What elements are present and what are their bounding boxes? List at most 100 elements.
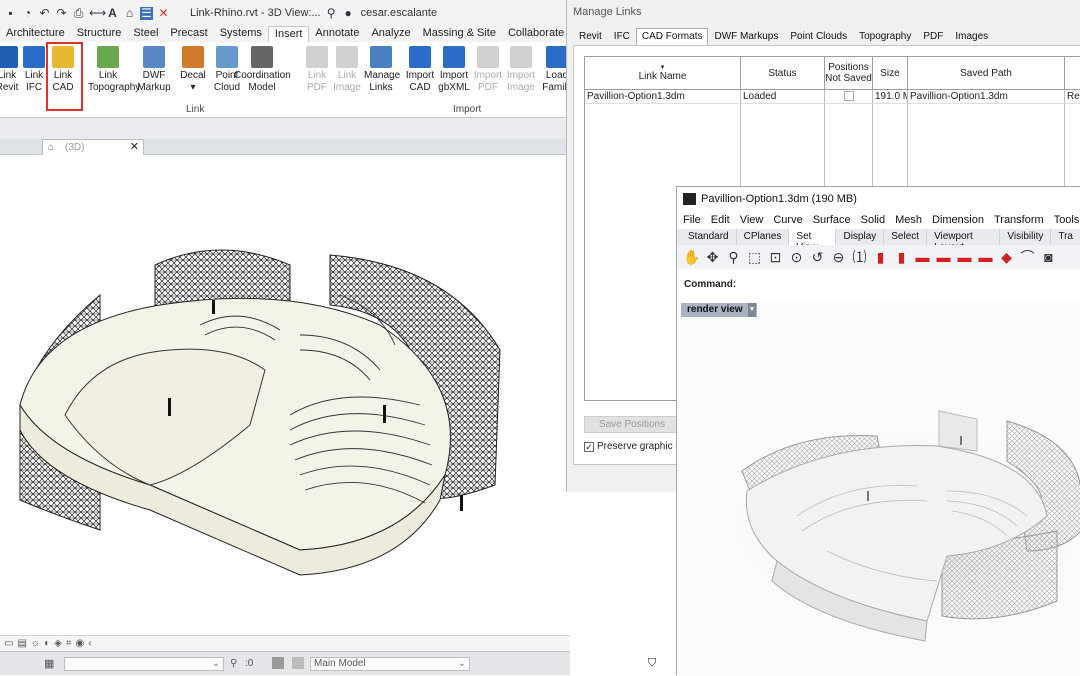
hide-icon[interactable]: ◉ (75, 638, 84, 649)
tab-systems[interactable]: Systems (214, 26, 268, 42)
col-header-positions[interactable]: Positions Not Saved (825, 57, 873, 90)
measure-icon[interactable]: ⟷ (89, 6, 106, 20)
tab-dwf-markups[interactable]: DWF Markups (708, 28, 784, 46)
tab-viewport-layout[interactable]: Viewport Layout (927, 229, 1001, 253)
design-option-icon[interactable] (292, 657, 304, 669)
undo-icon[interactable]: ↶ (38, 6, 51, 20)
user-icon[interactable]: ● (342, 6, 355, 20)
menu-edit[interactable]: Edit (705, 211, 734, 229)
left-view-icon[interactable]: ▬ (956, 249, 973, 266)
tab-tra[interactable]: Tra (1051, 229, 1080, 245)
tab-steel[interactable]: Steel (127, 26, 164, 42)
camera-icon[interactable]: ⌒ (1019, 249, 1036, 266)
col-header-link-name[interactable]: ▾ Link Name (585, 57, 741, 90)
col-header-saved-path[interactable]: Saved Path (908, 57, 1065, 90)
menu-surface[interactable]: Surface (807, 211, 855, 229)
tab-analyze[interactable]: Analyze (365, 26, 416, 42)
decal-button[interactable]: Decal ▾ (176, 44, 210, 94)
filter-icon[interactable]: ⛉ (648, 657, 656, 670)
tab-select[interactable]: Select (884, 229, 928, 245)
col-header-size[interactable]: Size (873, 57, 908, 90)
top-view-icon[interactable]: ▮ (872, 249, 889, 266)
scale-icon[interactable]: ▭ (4, 638, 13, 649)
tab-standard[interactable]: Standard (681, 229, 737, 245)
tab-architecture[interactable]: Architecture (0, 26, 71, 42)
print-icon[interactable]: ⎙ (72, 6, 85, 20)
tab-ifc[interactable]: IFC (608, 28, 636, 46)
link-pdf-button[interactable]: Link PDF (300, 44, 334, 94)
command-prompt[interactable]: Command: (677, 269, 1080, 301)
tab-visibility[interactable]: Visibility (1000, 229, 1052, 245)
col-header-path-type[interactable] (1065, 57, 1080, 90)
open-icon[interactable]: ◔ (21, 6, 34, 20)
menu-curve[interactable]: Curve (767, 211, 806, 229)
tab-set-view[interactable]: Set View (789, 229, 837, 253)
zoom-selected-icon[interactable]: ⊙ (788, 249, 805, 266)
tab-point-clouds[interactable]: Point Clouds (784, 28, 853, 46)
perspective-view-icon[interactable]: ◆ (998, 249, 1015, 266)
manage-links-button[interactable]: Manage Links (364, 44, 400, 94)
pan-icon[interactable]: ✋ (683, 249, 700, 266)
zoom-1to1-icon[interactable]: ⑴ (851, 249, 868, 266)
tab-3d-view[interactable]: ⌂ (3D) ✕ (42, 139, 144, 155)
cell-path-type[interactable]: Rela (1065, 90, 1080, 104)
editable-only-icon[interactable]: ⚲ (230, 658, 237, 669)
menu-mesh[interactable]: Mesh (889, 211, 926, 229)
menu-file[interactable]: File (677, 211, 705, 229)
tab-structure[interactable]: Structure (71, 26, 128, 42)
sun-path-icon[interactable]: ☼ (31, 638, 40, 649)
tab-pdf[interactable]: PDF (917, 28, 949, 46)
cell-link-name[interactable]: Pavillion-Option1.3dm (585, 90, 741, 104)
tab-cplanes[interactable]: CPlanes (737, 229, 790, 245)
menu-solid[interactable]: Solid (855, 211, 889, 229)
close-hidden-icon[interactable]: ✕ (157, 6, 170, 20)
import-pdf-button[interactable]: Import PDF (471, 44, 505, 94)
link-image-button[interactable]: Link Image (330, 44, 364, 94)
menu-transform[interactable]: Transform (988, 211, 1048, 229)
close-view-icon[interactable]: ✕ (130, 140, 139, 155)
main-model-select[interactable]: Main Model ⌄ (310, 657, 470, 671)
user-name[interactable]: cesar.escalante (361, 7, 437, 19)
design-options-icon[interactable] (272, 657, 284, 669)
workset-icon[interactable]: ▦ (44, 657, 54, 670)
detail-level-icon[interactable]: ▤ (17, 638, 26, 649)
tab-topography[interactable]: Topography (853, 28, 917, 46)
redo-icon[interactable]: ↷ (55, 6, 68, 20)
render-icon[interactable]: ◈ (54, 638, 62, 649)
right-view-icon[interactable]: ▬ (914, 249, 931, 266)
import-image-button[interactable]: Import Image (504, 44, 538, 94)
menu-tools[interactable]: Tools (1048, 211, 1080, 229)
save-icon[interactable]: ▪ (4, 6, 17, 20)
zoom-out-icon[interactable]: ⊖ (830, 249, 847, 266)
tab-massing-site[interactable]: Massing & Site (417, 26, 502, 42)
coordination-model-button[interactable]: Coordination Model (234, 44, 291, 94)
tab-insert[interactable]: Insert (267, 26, 310, 42)
tab-images[interactable]: Images (949, 28, 994, 46)
shadows-icon[interactable]: ◐ (44, 638, 50, 649)
save-positions-button[interactable]: Save Positions (584, 416, 680, 433)
col-header-status[interactable]: Status (741, 57, 825, 90)
import-gbxml-button[interactable]: Import gbXML (437, 44, 471, 94)
tab-revit[interactable]: Revit (573, 28, 608, 46)
back-view-icon[interactable]: ▬ (935, 249, 952, 266)
revit-3d-canvas[interactable] (0, 155, 570, 635)
tab-display[interactable]: Display (836, 229, 885, 245)
menu-dimension[interactable]: Dimension (926, 211, 988, 229)
tab-collaborate[interactable]: Collaborate (502, 26, 570, 42)
crop-icon[interactable]: ⌗ (66, 638, 72, 649)
dwf-markup-button[interactable]: DWF Markup (137, 44, 171, 94)
cell-status[interactable]: Loaded (741, 90, 825, 104)
zoom-icon[interactable]: ⚲ (725, 249, 742, 266)
cell-saved-path[interactable]: Pavillion-Option1.3dm (908, 90, 1065, 104)
collapse-icon[interactable]: ‹ (88, 638, 91, 649)
binoculars-icon[interactable]: ⚲ (325, 6, 338, 20)
tab-precast[interactable]: Precast (164, 26, 213, 42)
text-icon[interactable]: A (106, 6, 119, 20)
zoom-window-icon[interactable]: ⬚ (746, 249, 763, 266)
cell-positions-not-saved[interactable] (825, 90, 873, 104)
preserve-checkbox[interactable]: ✓ (584, 441, 594, 452)
menu-view[interactable]: View (734, 211, 768, 229)
named-view-icon[interactable]: ◙ (1040, 249, 1057, 266)
workset-select[interactable]: ⌄ (64, 657, 224, 671)
undo-view-icon[interactable]: ↺ (809, 249, 826, 266)
